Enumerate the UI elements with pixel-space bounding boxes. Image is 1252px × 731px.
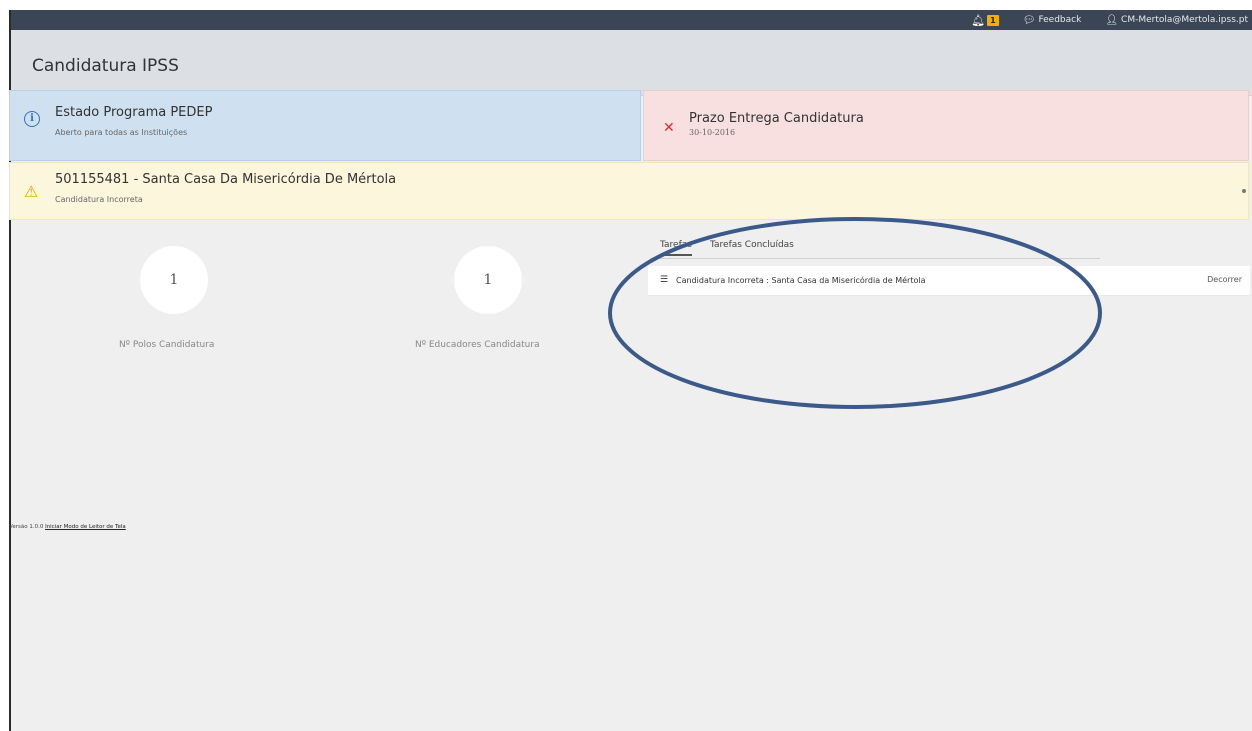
bell-icon: 🔔︎ — [971, 13, 986, 27]
task-list-icon: ☰ — [660, 275, 669, 285]
top-navbar: 🔔︎ 1 💬︎ Feedback 👤︎ CM-Mertola@Mertola.i… — [11, 10, 1252, 30]
user-icon: 👤︎ — [1105, 14, 1119, 26]
user-label: CM-Mertola@Mertola.ipss.pt — [1121, 15, 1248, 25]
footer: Versão 1.0.0 Iniciar Modo de Leitor de T… — [9, 524, 126, 530]
deadline-title: Prazo Entrega Candidatura — [689, 111, 864, 126]
polos-count-circle: 1 — [140, 246, 208, 314]
program-status-subtitle: Aberto para todas as Instituições — [55, 128, 188, 137]
info-icon: i — [24, 111, 40, 127]
version-text: Versão 1.0.0 — [9, 524, 44, 530]
deadline-alert: ✕ Prazo Entrega Candidatura 30-10-2016 — [643, 90, 1249, 161]
screen-reader-link[interactable]: Iniciar Modo de Leitor de Tela — [45, 524, 126, 530]
warning-icon: ⚠ — [24, 182, 39, 201]
program-status-title: Estado Programa PEDEP — [55, 105, 213, 120]
alert-edge-handle — [1242, 189, 1246, 193]
task-decorrer-button[interactable]: Decorrer — [1207, 275, 1242, 284]
institution-title: 501155481 - Santa Casa Da Misericórdia D… — [55, 172, 397, 187]
tab-tarefas-concluidas[interactable]: Tarefas Concluídas — [710, 240, 794, 250]
user-menu[interactable]: 👤︎ CM-Mertola@Mertola.ipss.pt — [1105, 15, 1248, 26]
topbar-actions: 🔔︎ 1 💬︎ Feedback 👤︎ CM-Mertola@Mertola.i… — [971, 10, 1248, 30]
task-row[interactable]: ☰ Candidatura Incorreta : Santa Casa da … — [648, 266, 1250, 296]
close-x-icon: ✕ — [663, 120, 675, 136]
program-status-alert: i Estado Programa PEDEP Aberto para toda… — [9, 90, 641, 161]
educadores-count-circle: 1 — [454, 246, 522, 314]
feedback-link[interactable]: 💬︎ Feedback — [1023, 15, 1082, 26]
deadline-date: 30-10-2016 — [689, 128, 736, 137]
page-title: Candidatura IPSS — [32, 56, 179, 76]
page-header: Candidatura IPSS — [11, 30, 1252, 96]
tasks-tabs: Tarefas Tarefas Concluídas — [650, 240, 1100, 259]
notification-badge: 1 — [987, 14, 999, 26]
polos-count-label: Nº Polos Candidatura — [119, 340, 215, 350]
comment-icon: 💬︎ — [1022, 14, 1036, 26]
notifications-button[interactable]: 🔔︎ 1 — [971, 14, 999, 27]
task-description: Candidatura Incorreta : Santa Casa da Mi… — [676, 276, 926, 285]
institution-alert: ⚠ 501155481 - Santa Casa Da Misericórdia… — [9, 162, 1249, 220]
educadores-count-label: Nº Educadores Candidatura — [415, 340, 540, 350]
tab-tarefas[interactable]: Tarefas — [660, 240, 692, 256]
institution-status: Candidatura Incorreta — [55, 195, 143, 204]
feedback-label: Feedback — [1038, 15, 1082, 25]
